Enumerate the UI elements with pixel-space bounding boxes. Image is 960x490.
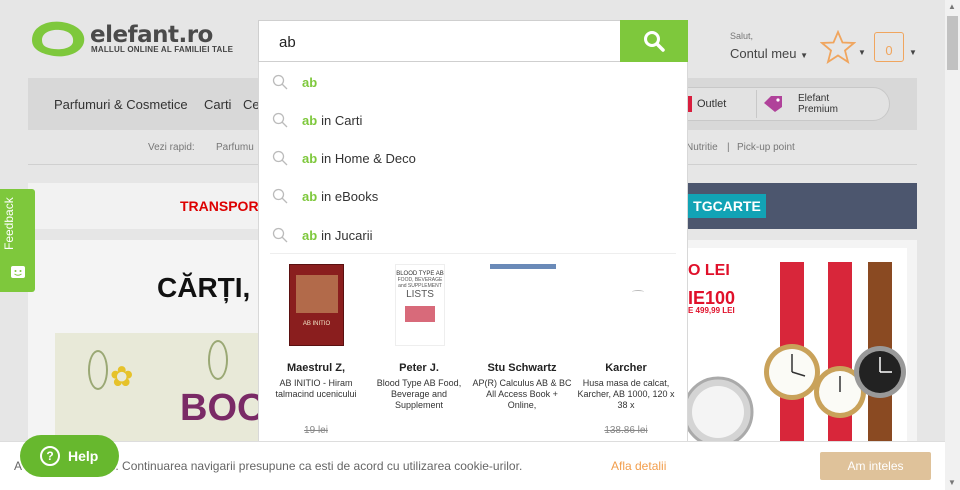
search-icon: [272, 112, 288, 128]
quick-links-label: Vezi rapid:: [148, 142, 195, 153]
product-description: Blood Type AB Food, Beverage and Supplem…: [376, 378, 462, 410]
search-input[interactable]: ab: [258, 20, 621, 62]
product-title[interactable]: Karcher: [581, 362, 671, 374]
wreath-decoration: [88, 350, 108, 390]
product-image[interactable]: BLOOD TYPE AB FOOD, BEVERAGE and SUPPLEM…: [395, 264, 445, 346]
wreath-decoration: [208, 340, 228, 380]
search-button[interactable]: [620, 20, 688, 62]
search-icon: [272, 188, 288, 204]
suggestion-query: ab: [302, 188, 318, 204]
suggestion-item[interactable]: ab in Home & Deco: [272, 148, 416, 168]
search-icon: [272, 227, 288, 243]
premium-link[interactable]: Elefant Premium: [798, 93, 838, 115]
cookie-accept-button[interactable]: Am inteles: [820, 452, 931, 480]
books-promo-letters: BOO: [180, 387, 267, 429]
product-title[interactable]: Stu Schwartz: [477, 362, 567, 374]
product-image[interactable]: [632, 290, 644, 294]
book-cover-text: AB INITIO: [302, 321, 331, 327]
divider: [756, 90, 757, 118]
book-cover-accent: [405, 306, 435, 322]
suggestion-item[interactable]: ab: [272, 72, 321, 92]
quick-link-parfumuri[interactable]: Parfumu: [216, 142, 254, 153]
suggestion-query: ab: [302, 150, 318, 166]
premium-tag-icon: [764, 96, 782, 112]
account-label: Contul meu: [730, 46, 797, 61]
wishlist-star-icon[interactable]: [820, 30, 856, 64]
premium-line1: Elefant: [798, 93, 830, 104]
page-scrollbar[interactable]: [945, 0, 960, 490]
book-cover-photo: [296, 275, 338, 313]
product-description: AP(R) Calculus AB & BC All Access Book +…: [472, 378, 572, 410]
cart-button[interactable]: 0: [874, 32, 904, 62]
suggestion-scope: in Home & Deco: [321, 150, 416, 166]
product-old-price: 138.86 lei: [604, 425, 648, 436]
divider: [270, 253, 676, 254]
suggestion-query: ab: [302, 227, 318, 243]
account-menu[interactable]: Contul meu ▼: [730, 46, 808, 61]
question-icon: ?: [40, 446, 60, 466]
suggestion-query: ab: [302, 112, 318, 128]
book-cover-line: FOOD, BEVERAGE and SUPPLEMENT: [397, 277, 443, 289]
scroll-up-arrow-icon[interactable]: ▲: [948, 2, 956, 11]
logo-tagline: MALLUL ONLINE AL FAMILIEI TALE: [91, 45, 234, 54]
scroll-down-arrow-icon[interactable]: ▼: [948, 478, 956, 487]
product-description: AB INITIO - Hiram talmacind ucenicului: [275, 378, 357, 399]
book-cover-line: LISTS: [406, 289, 434, 300]
suggestion-item[interactable]: ab in Jucarii: [272, 225, 372, 245]
scrollbar-thumb[interactable]: [947, 16, 958, 70]
chevron-down-icon: ▼: [800, 51, 809, 60]
watches-illustration: [688, 262, 906, 450]
account-greeting: Salut,: [730, 31, 754, 41]
nav-item-carti[interactable]: Carti: [204, 97, 231, 112]
banner-text: TRANSPOR: [180, 198, 259, 214]
suggestion-item[interactable]: ab in eBooks: [272, 186, 378, 206]
product-old-price: 19 lei: [304, 425, 328, 436]
premium-line2: Premium: [798, 104, 839, 115]
quick-link-nutritie[interactable]: Nutritie: [686, 142, 718, 153]
banner-code: TGCARTE: [688, 194, 766, 218]
search-icon: [272, 74, 288, 90]
cookie-details-link[interactable]: Afla detalii: [611, 459, 666, 473]
product-image[interactable]: [490, 264, 556, 269]
feedback-smile-icon: [11, 266, 25, 278]
suggestion-query: ab: [302, 74, 318, 90]
promo-heading: CĂRȚI,: [157, 272, 251, 303]
suggestion-item[interactable]: ab in Carti: [272, 110, 362, 130]
help-label: Help: [68, 448, 99, 464]
suggestion-scope: in Carti: [321, 112, 363, 128]
feedback-label: Feedback: [2, 197, 16, 250]
nav-item-parfumuri[interactable]: Parfumuri & Cosmetice: [54, 97, 188, 112]
suggestion-scope: in Jucarii: [321, 227, 373, 243]
product-title[interactable]: Maestrul Z,: [271, 362, 361, 374]
product-title[interactable]: Peter J.: [374, 362, 464, 374]
outlet-link[interactable]: Outlet: [697, 98, 726, 110]
chevron-down-icon[interactable]: ▼: [858, 48, 866, 57]
quick-link-separator: |: [727, 142, 730, 153]
chevron-down-icon[interactable]: ▼: [909, 48, 917, 57]
flower-decoration: ✿: [110, 361, 134, 392]
suggestion-scope: in eBooks: [321, 188, 379, 204]
search-icon: [644, 31, 665, 52]
product-image[interactable]: AB INITIO: [289, 264, 344, 346]
product-description: Husa masa de calcat, Karcher, AB 1000, 1…: [577, 378, 675, 410]
help-button[interactable]: ? Help: [20, 435, 119, 477]
quick-link-pickup[interactable]: Pick-up point: [737, 142, 795, 153]
search-icon: [272, 150, 288, 166]
